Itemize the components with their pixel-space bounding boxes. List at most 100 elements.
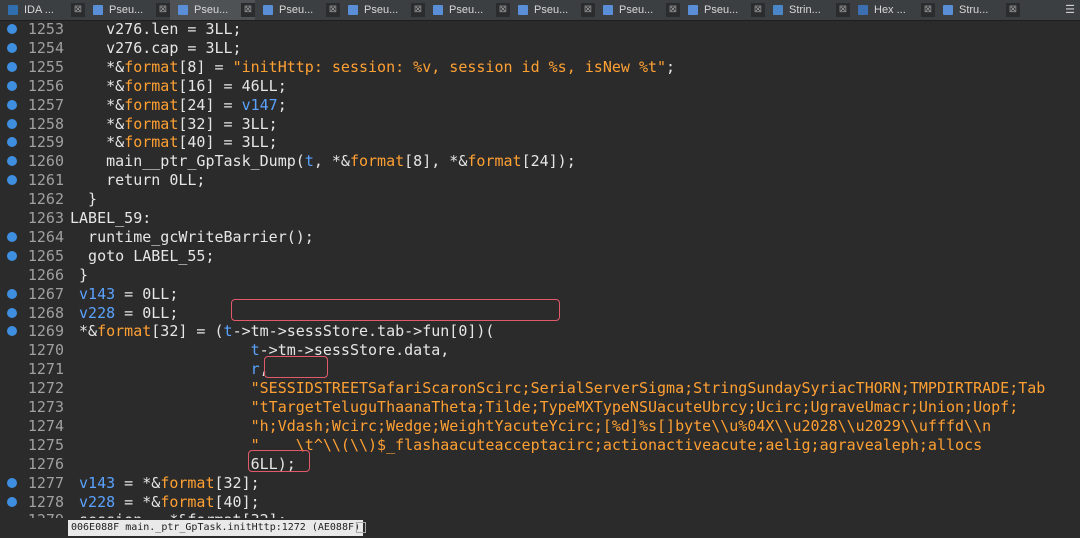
code-line[interactable]: 1272 "SESSIDSTREETSafariScaronScirc;Seri… bbox=[0, 379, 1080, 398]
code-text: *&format[8] = "initHttp: session: %v, se… bbox=[70, 58, 675, 77]
tab-strings-9[interactable]: Strin... ⊠ bbox=[765, 0, 850, 20]
tab-close-icon[interactable]: ⊠ bbox=[411, 3, 425, 17]
tab-close-icon[interactable]: ⊠ bbox=[241, 3, 255, 17]
code-line[interactable]: 1263 LABEL_59: bbox=[0, 209, 1080, 228]
code-line[interactable]: 1256 *&format[16] = 46LL; bbox=[0, 77, 1080, 96]
tab-pseudocode-1[interactable]: Pseu... ⊠ bbox=[85, 0, 170, 20]
tab-close-icon[interactable]: ⊠ bbox=[326, 3, 340, 17]
tab-ida-0[interactable]: IDA ... ⊠ bbox=[0, 0, 85, 20]
code-token: "SESSIDSTREETSafariScaronScirc;SerialSer… bbox=[250, 379, 1046, 398]
breakpoint-dot-icon[interactable] bbox=[7, 326, 17, 337]
tab-close-icon[interactable]: ⊠ bbox=[666, 3, 680, 17]
code-token: [32]; bbox=[214, 473, 260, 492]
code-line[interactable]: 1262 } bbox=[0, 190, 1080, 209]
code-token: , *& bbox=[313, 152, 350, 171]
tab-pseudocode-7[interactable]: Pseu... ⊠ bbox=[595, 0, 680, 20]
line-number: 1261 bbox=[27, 171, 64, 190]
breakpoint-dot-icon[interactable] bbox=[7, 99, 17, 110]
line-number: 1275 bbox=[27, 435, 64, 454]
code-line[interactable]: 1275 " \t^\\(\\)$_flashaacuteacceptacirc… bbox=[0, 436, 1080, 455]
code-line[interactable]: 1261 return 0LL; bbox=[0, 171, 1080, 190]
code-line[interactable]: 1273 "tTargetTeluguThaanaTheta;Tilde;Typ… bbox=[0, 398, 1080, 417]
tab-close-icon[interactable]: ⊠ bbox=[71, 3, 85, 17]
code-line[interactable]: 1260 main__ptr_GpTask_Dump(t, *&format[8… bbox=[0, 152, 1080, 171]
structures-icon bbox=[943, 5, 953, 15]
tab-close-icon[interactable]: ⊠ bbox=[581, 3, 595, 17]
tab-pseudocode-3[interactable]: Pseu... ⊠ bbox=[255, 0, 340, 20]
tab-close-icon[interactable]: ⊠ bbox=[751, 3, 765, 17]
breakpoint-dot-icon[interactable] bbox=[7, 24, 17, 34]
code-line[interactable]: 1253 v276.len = 3LL; bbox=[0, 20, 1080, 39]
tab-pseudocode-6[interactable]: Pseu... ⊠ bbox=[510, 0, 595, 20]
tab-close-icon[interactable]: ⊠ bbox=[1006, 3, 1020, 17]
line-number: 1267 bbox=[27, 284, 64, 303]
breakpoint-dot-icon[interactable] bbox=[7, 477, 17, 488]
code-line[interactable]: 1277 v143 = *&format[32]; bbox=[0, 474, 1080, 493]
line-number: 1256 bbox=[27, 76, 64, 95]
breakpoint-dot-icon[interactable] bbox=[7, 156, 17, 167]
breakpoint-dot-icon[interactable] bbox=[7, 61, 17, 72]
code-token: [8], *& bbox=[404, 152, 468, 171]
code-token: = 0LL; bbox=[115, 284, 179, 303]
tab-list-menu-button[interactable]: ☰ bbox=[1062, 3, 1078, 17]
code-line[interactable]: 1278 v228 = *&format[40]; bbox=[0, 493, 1080, 512]
code-line[interactable]: 1271 r, bbox=[0, 360, 1080, 379]
tab-pseudocode-4[interactable]: Pseu... ⊠ bbox=[340, 0, 425, 20]
tab-pseudocode-2[interactable]: Pseu... ⊠ bbox=[170, 0, 255, 20]
code-line[interactable]: 1269 *&format[32] = (t->tm->sessStore.ta… bbox=[0, 322, 1080, 341]
code-line[interactable]: 1279 session = *&format[32]; bbox=[0, 511, 1080, 518]
code-token: [32] = 3LL; bbox=[178, 114, 278, 133]
breakpoint-dot-icon[interactable] bbox=[7, 307, 17, 318]
line-number: 1254 bbox=[27, 38, 64, 57]
line-number: 1273 bbox=[27, 398, 64, 416]
code-line[interactable]: 1258 *&format[32] = 3LL; bbox=[0, 115, 1080, 134]
breakpoint-dot-icon[interactable] bbox=[7, 231, 17, 242]
pseudocode-view[interactable]: 1253 v276.len = 3LL; 1254 v276.cap = 3LL;… bbox=[0, 20, 1080, 518]
tab-close-icon[interactable]: ⊠ bbox=[496, 3, 510, 17]
tab-label: Stru... bbox=[959, 4, 989, 16]
code-line[interactable]: 1257 *&format[24] = v147; bbox=[0, 96, 1080, 115]
tab-pseudocode-8[interactable]: Pseu... ⊠ bbox=[680, 0, 765, 20]
tab-close-icon[interactable]: ⊠ bbox=[836, 3, 850, 17]
code-line[interactable]: 1255 *&format[8] = "initHttp: session: %… bbox=[0, 58, 1080, 77]
tab-close-icon[interactable]: ⊠ bbox=[921, 3, 935, 17]
breakpoint-dot-icon[interactable] bbox=[7, 496, 17, 507]
code-line[interactable]: 1264 runtime_gcWriteBarrier(); bbox=[0, 228, 1080, 247]
breakpoint-dot-icon[interactable] bbox=[7, 137, 17, 148]
code-line[interactable]: 1276 6LL); bbox=[0, 455, 1080, 474]
breakpoint-dot-icon[interactable] bbox=[7, 250, 17, 261]
status-indicator-box bbox=[356, 522, 366, 533]
code-text: main__ptr_GpTask_Dump(t, *&format[8], *&… bbox=[70, 152, 576, 171]
code-text: v143 = 0LL; bbox=[70, 285, 178, 304]
tab-structures-11[interactable]: Stru... ⊠ bbox=[935, 0, 1020, 20]
hex-icon bbox=[858, 5, 868, 15]
code-text: } bbox=[70, 266, 88, 285]
breakpoint-dot-icon[interactable] bbox=[7, 80, 17, 91]
tab-pseudocode-5[interactable]: Pseu... ⊠ bbox=[425, 0, 510, 20]
code-line[interactable]: 1265 goto LABEL_55; bbox=[0, 247, 1080, 266]
code-token: v228 bbox=[79, 303, 116, 322]
breakpoint-dot-icon[interactable] bbox=[7, 288, 17, 299]
code-token: format bbox=[467, 152, 522, 171]
code-token: *& bbox=[70, 322, 98, 341]
code-token: *& bbox=[70, 114, 125, 133]
code-line[interactable]: 1270 t->tm->sessStore.data, bbox=[0, 341, 1080, 360]
code-text: t->tm->sessStore.data, bbox=[70, 341, 450, 360]
breakpoint-dot-icon[interactable] bbox=[7, 175, 17, 186]
code-token: [24] = bbox=[178, 95, 242, 114]
code-line[interactable]: 1259 *&format[40] = 3LL; bbox=[0, 133, 1080, 152]
code-line[interactable]: 1254 v276.cap = 3LL; bbox=[0, 39, 1080, 58]
breakpoint-dot-icon[interactable] bbox=[7, 42, 17, 53]
code-line[interactable]: 1274 "h;Vdash;Wcirc;Wedge;WeightYacuteYc… bbox=[0, 417, 1080, 436]
tab-close-icon[interactable]: ⊠ bbox=[156, 3, 170, 17]
code-line[interactable]: 1266 } bbox=[0, 266, 1080, 285]
breakpoint-dot-icon[interactable] bbox=[7, 118, 17, 129]
code-token: format bbox=[349, 152, 405, 171]
tab-hex-10[interactable]: Hex ... ⊠ bbox=[850, 0, 935, 20]
status-function: main._ptr_GpTask.initHttp:1272 (AE088F) bbox=[125, 522, 361, 533]
code-text: } bbox=[70, 190, 97, 209]
